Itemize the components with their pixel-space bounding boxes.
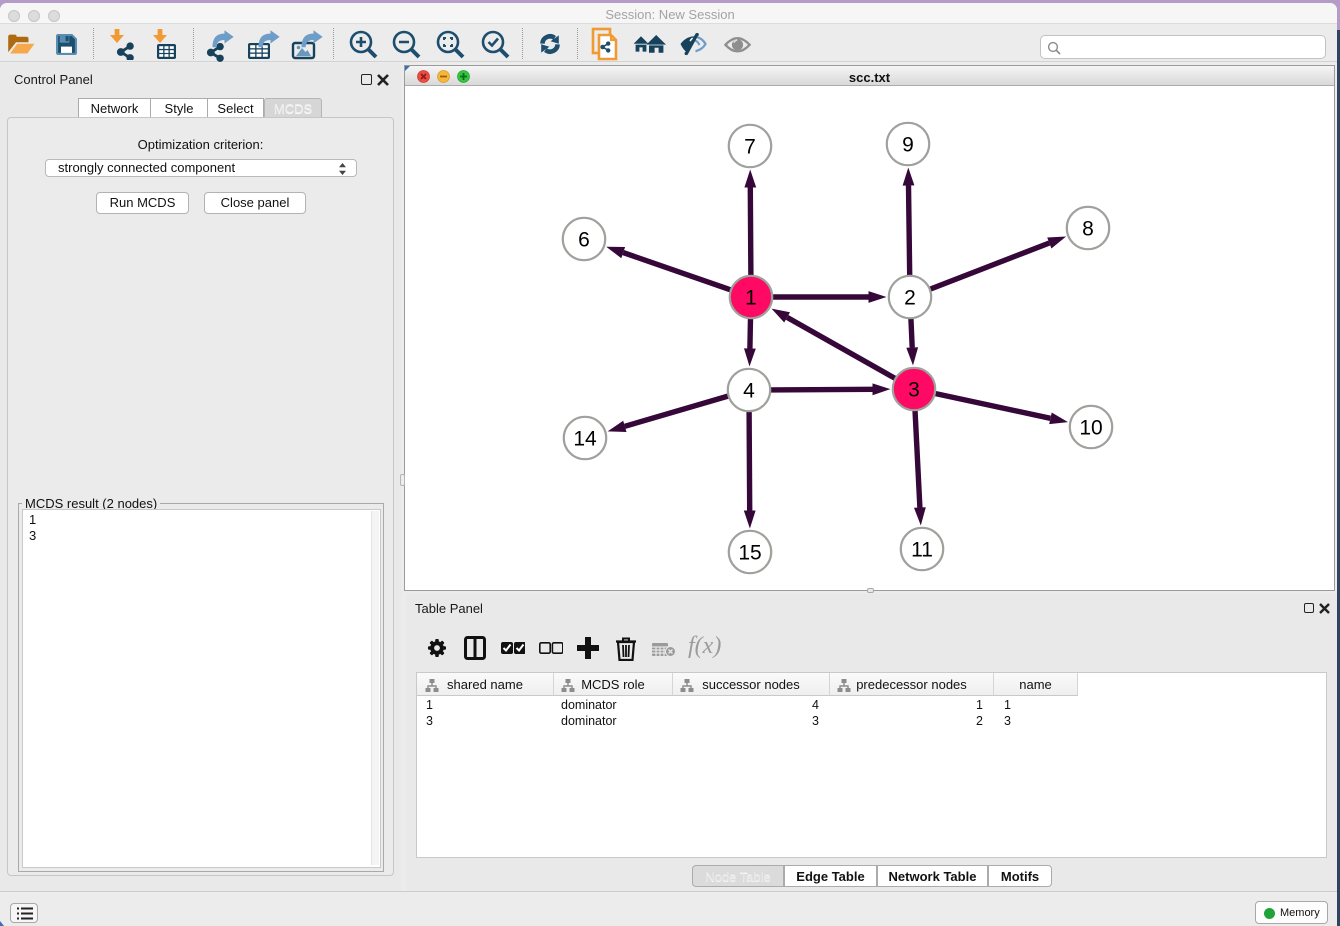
svg-text:7: 7 (744, 136, 756, 159)
svg-text:14: 14 (573, 428, 597, 451)
svg-text:10: 10 (1079, 417, 1102, 440)
svg-text:6: 6 (578, 229, 590, 252)
svg-text:9: 9 (902, 134, 914, 157)
svg-text:3: 3 (908, 379, 920, 402)
svg-text:11: 11 (911, 539, 933, 562)
svg-text:15: 15 (738, 542, 761, 565)
svg-text:2: 2 (904, 287, 916, 310)
svg-text:8: 8 (1082, 218, 1094, 241)
svg-text:1: 1 (745, 287, 757, 310)
svg-text:4: 4 (743, 380, 755, 403)
